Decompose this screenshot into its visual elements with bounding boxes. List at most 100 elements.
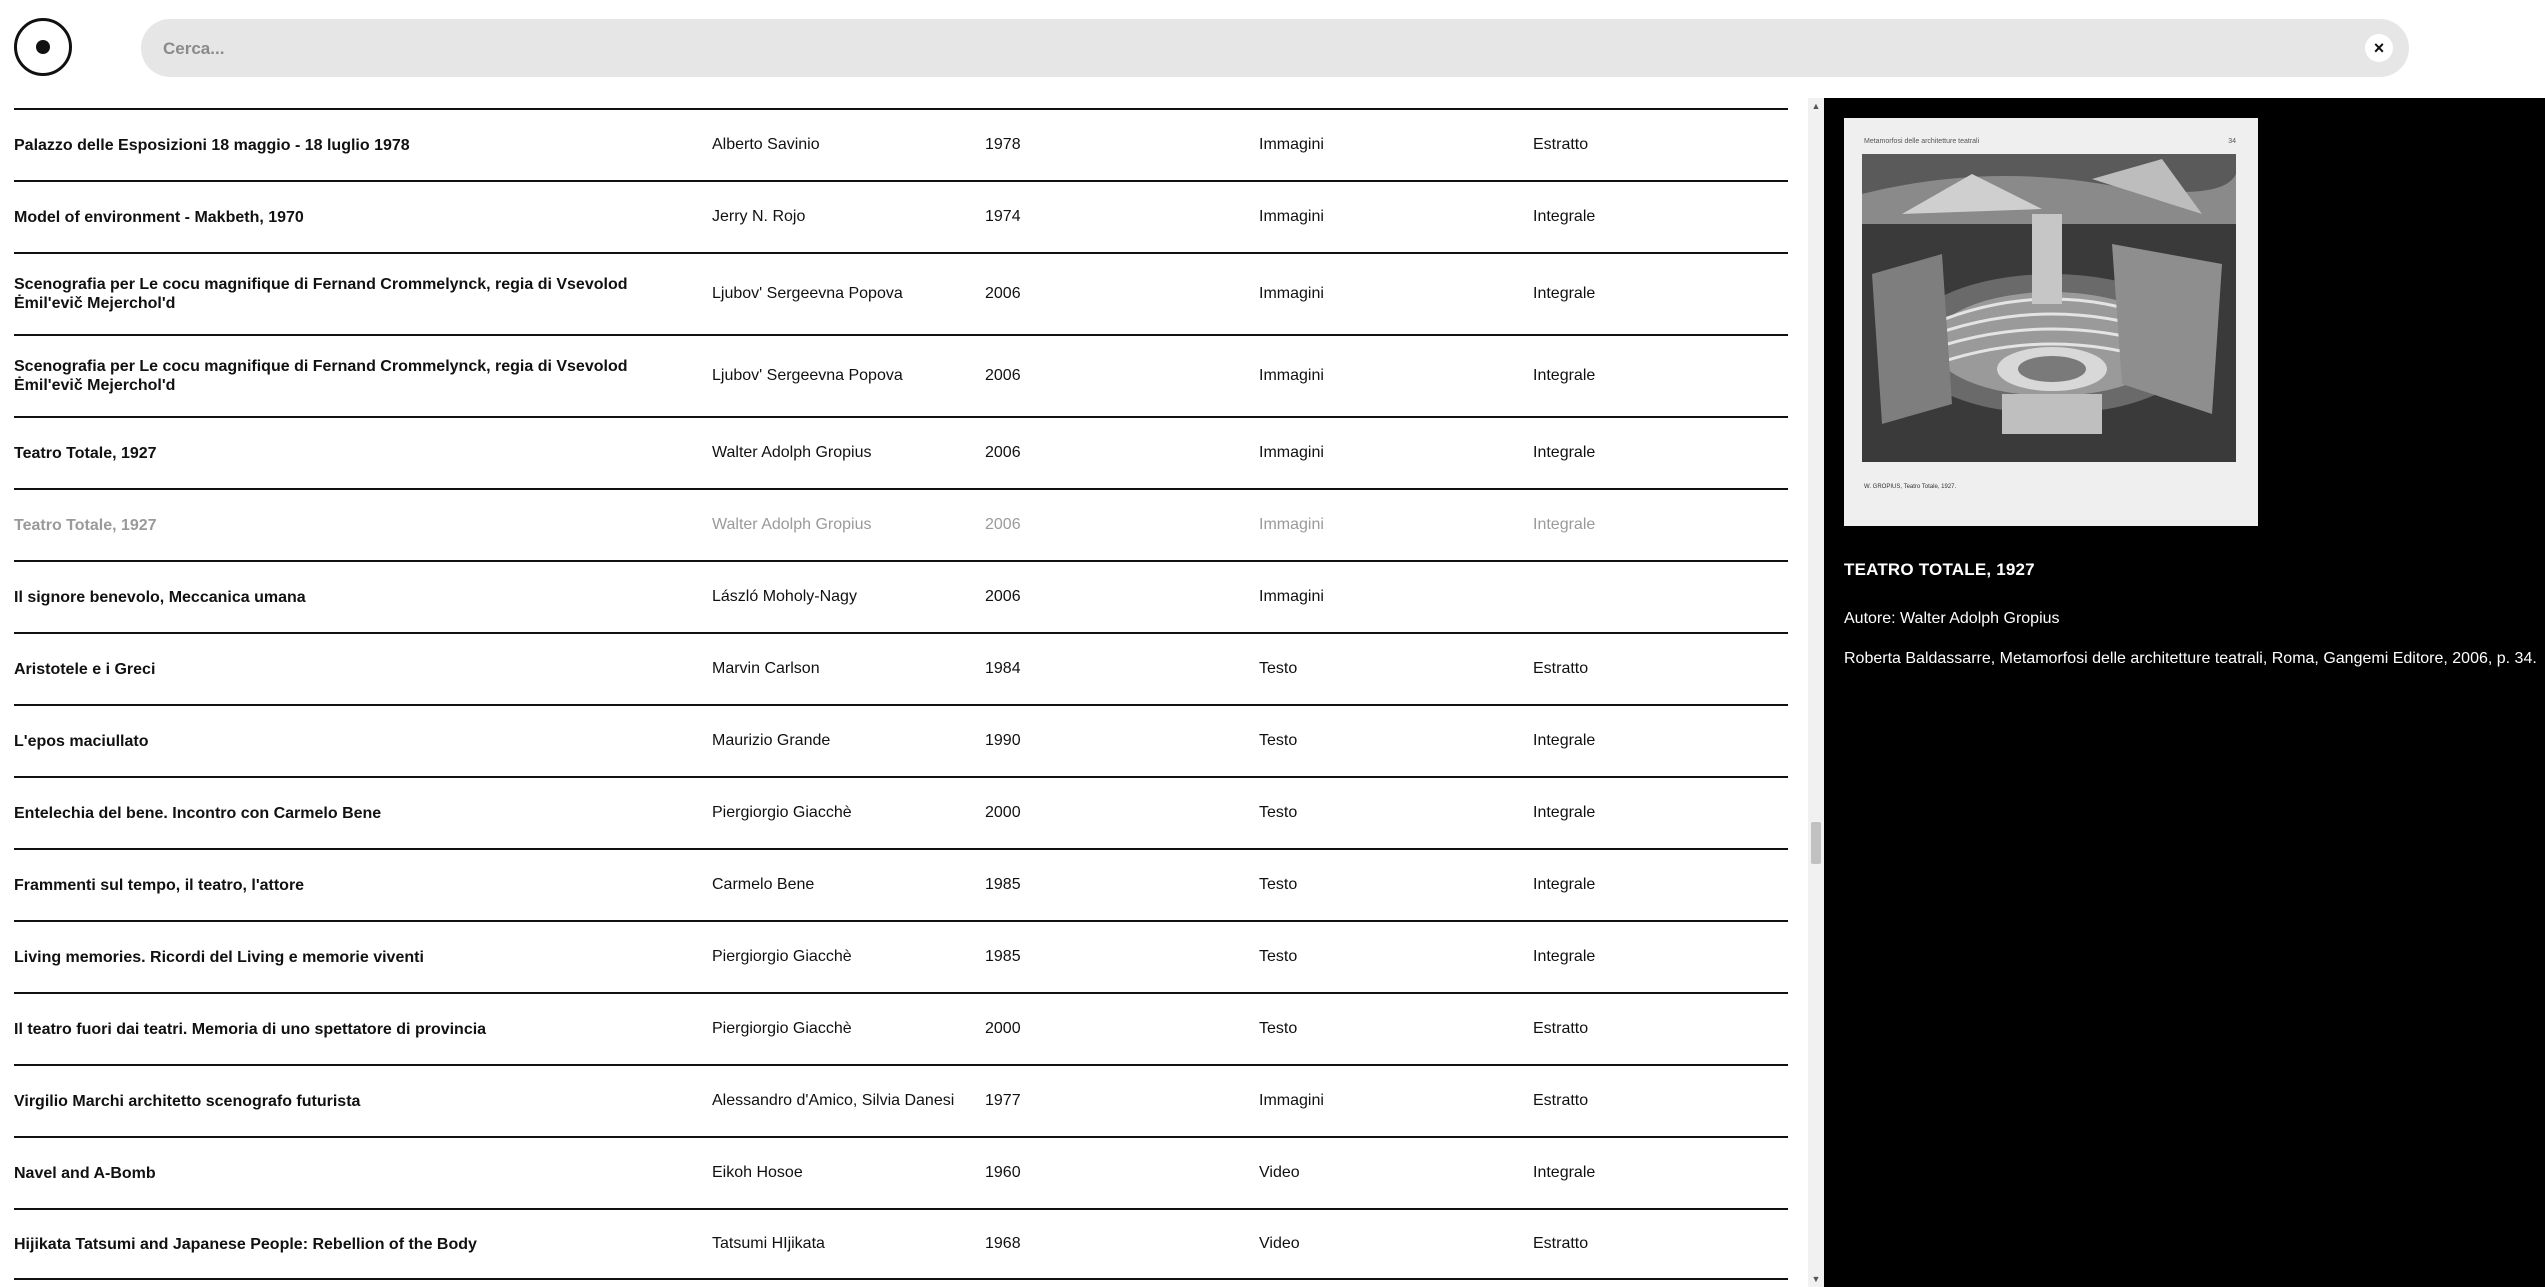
row-year: 1984 [985, 660, 1021, 677]
row-type: Immagini [1259, 136, 1324, 153]
row-author: Jerry N. Rojo [712, 208, 806, 225]
results-list: Palazzo delle Esposizioni 18 maggio - 18… [14, 108, 1788, 1280]
row-title: Virgilio Marchi architetto scenografo fu… [14, 1092, 361, 1110]
detail-reference: Roberta Baldassarre, Metamorfosi delle a… [1844, 650, 2537, 667]
row-type: Video [1259, 1235, 1300, 1252]
row-access: Integrale [1533, 1164, 1596, 1181]
row-type: Immagini [1259, 444, 1324, 461]
clear-search-button[interactable]: × [2365, 34, 2393, 62]
row-type: Immagini [1259, 516, 1324, 533]
row-type: Immagini [1259, 1092, 1324, 1109]
row-title: Model of environment - Makbeth, 1970 [14, 208, 304, 226]
row-access: Estratto [1533, 1235, 1589, 1252]
row-access: Integrale [1533, 208, 1596, 225]
row-access: Integrale [1533, 804, 1596, 821]
row-year: 2006 [985, 588, 1021, 605]
image-page-number: 34 [2228, 138, 2236, 145]
detail-title: TEATRO TOTALE, 1927 [1844, 560, 2035, 579]
row-access: Estratto [1533, 1092, 1589, 1109]
row-title: Living memories. Ricordi del Living e me… [14, 948, 424, 966]
row-title: Il signore benevolo, Meccanica umana [14, 588, 306, 606]
row-access: Integrale [1533, 285, 1596, 302]
row-type: Testo [1259, 732, 1298, 749]
table-row[interactable]: Living memories. Ricordi del Living e me… [14, 920, 1788, 992]
row-access: Estratto [1533, 1020, 1589, 1037]
row-author: Piergiorgio Giacchè [712, 948, 852, 965]
row-author: Alessandro d'Amico, Silvia Danesi [712, 1092, 955, 1109]
row-access: Integrale [1533, 732, 1596, 749]
row-year: 1985 [985, 948, 1021, 965]
table-row[interactable]: Teatro Totale, 1927 Walter Adolph Gropiu… [14, 416, 1788, 488]
table-row[interactable]: Hijikata Tatsumi and Japanese People: Re… [14, 1208, 1788, 1280]
row-year: 1968 [985, 1235, 1021, 1252]
row-title: Scenografia per Le cocu magnifique di Fe… [14, 276, 628, 312]
row-year: 1974 [985, 208, 1021, 225]
scroll-up-arrow-icon[interactable]: ▲ [1808, 98, 1824, 114]
row-type: Video [1259, 1164, 1300, 1181]
results-list-container: Palazzo delle Esposizioni 18 maggio - 18… [0, 98, 1808, 1287]
row-author: Walter Adolph Gropius [712, 444, 872, 461]
row-author: Marvin Carlson [712, 660, 820, 677]
row-title: Teatro Totale, 1927 [14, 516, 157, 534]
table-row[interactable]: Navel and A-Bomb Eikoh Hosoe 1960 Video … [14, 1136, 1788, 1208]
row-year: 2006 [985, 444, 1021, 461]
detail-author: Autore: Walter Adolph Gropius [1844, 610, 2060, 627]
row-access: Integrale [1533, 876, 1596, 893]
row-access: Estratto [1533, 136, 1589, 153]
row-year: 1990 [985, 732, 1021, 749]
home-logo[interactable] [14, 18, 72, 76]
search-input[interactable] [161, 19, 2345, 79]
theatre-photo-illustration [1862, 154, 2236, 462]
scrollbar-thumb[interactable] [1811, 822, 1821, 864]
list-scrollbar[interactable]: ▲ ▼ [1808, 98, 1824, 1287]
table-row[interactable]: Model of environment - Makbeth, 1970 Jer… [14, 180, 1788, 252]
row-type: Testo [1259, 948, 1298, 965]
logo-dot [36, 40, 50, 54]
table-row[interactable]: Virgilio Marchi architetto scenografo fu… [14, 1064, 1788, 1136]
row-author: Walter Adolph Gropius [712, 516, 872, 533]
row-title: Teatro Totale, 1927 [14, 444, 157, 462]
row-type: Immagini [1259, 208, 1324, 225]
table-row[interactable]: Il teatro fuori dai teatri. Memoria di u… [14, 992, 1788, 1064]
row-type: Testo [1259, 1020, 1298, 1037]
scroll-down-arrow-icon[interactable]: ▼ [1808, 1271, 1824, 1287]
row-access: Integrale [1533, 367, 1596, 384]
table-row[interactable]: L'epos maciullato Maurizio Grande 1990 T… [14, 704, 1788, 776]
row-year: 1977 [985, 1092, 1021, 1109]
row-type: Immagini [1259, 588, 1324, 605]
search-bar: × [141, 19, 2409, 79]
row-author: Eikoh Hosoe [712, 1164, 803, 1181]
row-year: 2000 [985, 804, 1021, 821]
row-title: Frammenti sul tempo, il teatro, l'attore [14, 876, 305, 894]
image-page-header: Metamorfosi delle architetture teatrali [1864, 138, 1980, 145]
row-type: Testo [1259, 660, 1298, 677]
row-title: Scenografia per Le cocu magnifique di Fe… [14, 358, 628, 394]
table-row[interactable]: Il signore benevolo, Meccanica umana Lás… [14, 560, 1788, 632]
row-type: Immagini [1259, 285, 1324, 302]
row-year: 2006 [985, 516, 1021, 533]
row-author: Alberto Savinio [712, 136, 820, 153]
row-year: 1978 [985, 136, 1021, 153]
row-title: Aristotele e i Greci [14, 660, 156, 678]
detail-panel: Metamorfosi delle architetture teatrali … [1824, 98, 2545, 1287]
row-access: Integrale [1533, 516, 1596, 533]
row-title: Hijikata Tatsumi and Japanese People: Re… [14, 1235, 477, 1253]
table-row-selected[interactable]: Teatro Totale, 1927 Walter Adolph Gropiu… [14, 488, 1788, 560]
detail-image[interactable]: Metamorfosi delle architetture teatrali … [1844, 118, 2258, 526]
row-author: Piergiorgio Giacchè [712, 1020, 852, 1037]
row-access: Integrale [1533, 948, 1596, 965]
row-access: Integrale [1533, 444, 1596, 461]
row-title: Entelechia del bene. Incontro con Carmel… [14, 804, 382, 822]
table-row[interactable]: Scenografia per Le cocu magnifique di Fe… [14, 334, 1788, 416]
table-row[interactable]: Aristotele e i Greci Marvin Carlson 1984… [14, 632, 1788, 704]
table-row[interactable]: Palazzo delle Esposizioni 18 maggio - 18… [14, 108, 1788, 180]
table-row[interactable]: Scenografia per Le cocu magnifique di Fe… [14, 252, 1788, 334]
row-title: Il teatro fuori dai teatri. Memoria di u… [14, 1020, 487, 1038]
row-author: Carmelo Bene [712, 876, 815, 893]
row-year: 1960 [985, 1164, 1021, 1181]
row-type: Immagini [1259, 367, 1324, 384]
row-year: 1985 [985, 876, 1021, 893]
table-row[interactable]: Frammenti sul tempo, il teatro, l'attore… [14, 848, 1788, 920]
table-row[interactable]: Entelechia del bene. Incontro con Carmel… [14, 776, 1788, 848]
row-title: L'epos maciullato [14, 732, 149, 750]
